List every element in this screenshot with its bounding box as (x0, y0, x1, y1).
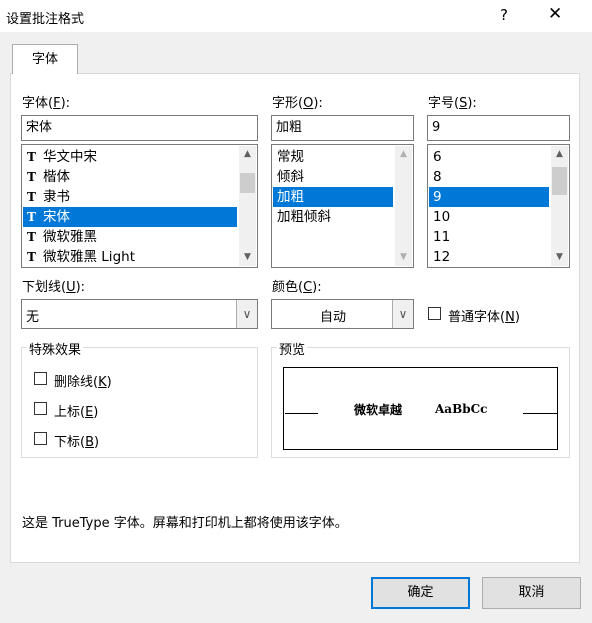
list-item[interactable]: 10 (429, 207, 549, 227)
scroll-up-icon[interactable]: ▲ (395, 146, 412, 163)
close-button[interactable]: ✕ (548, 4, 562, 24)
font-scrollbar[interactable]: ▲ ▼ (239, 146, 256, 266)
list-item-selected[interactable]: T 宋体 (23, 207, 237, 227)
preview-title: 预览 (277, 339, 308, 358)
effects-title: 特殊效果 (27, 339, 84, 358)
list-item[interactable]: T 华文中宋 (23, 147, 237, 167)
list-item[interactable]: T 微软雅黑 (23, 227, 237, 247)
scroll-up-icon[interactable]: ▲ (239, 146, 256, 163)
truetype-icon: T (27, 190, 36, 204)
list-item[interactable]: 倾斜 (273, 167, 393, 187)
font-list[interactable]: T 华文中宋 T 楷体 T 隶书 T 宋体 T 微软雅黑 T 微软雅黑 Light ▲ ▼ (21, 144, 258, 268)
preview-baseline-right (523, 413, 557, 414)
superscript-checkbox[interactable] (34, 402, 47, 415)
preview-sample-latin: AaBbCc (435, 402, 488, 416)
font-label: 字体(F): (22, 96, 71, 111)
size-label: 字号(S): (428, 96, 477, 111)
truetype-icon: T (27, 250, 36, 264)
scroll-up-icon[interactable]: ▲ (551, 146, 568, 163)
underline-label: 下划线(U): (22, 280, 86, 295)
style-label: 字形(O): (272, 96, 323, 111)
preview-baseline-left (285, 413, 318, 414)
list-item[interactable]: 常规 (273, 147, 393, 167)
chevron-down-icon[interactable]: ∨ (236, 300, 257, 328)
normal-font-checkbox[interactable] (428, 307, 441, 320)
normal-font-label[interactable]: 普通字体(N) (448, 306, 520, 325)
superscript-label[interactable]: 上标(E) (54, 401, 98, 420)
list-item-selected[interactable]: 加粗 (273, 187, 393, 207)
scroll-down-icon[interactable]: ▼ (239, 249, 256, 266)
list-item[interactable]: 6 (429, 147, 549, 167)
strikethrough-checkbox[interactable] (34, 372, 47, 385)
scroll-down-icon[interactable]: ▼ (551, 249, 568, 266)
list-item[interactable]: 加粗倾斜 (273, 207, 393, 227)
tab-font[interactable]: 字体 (12, 44, 78, 74)
style-scrollbar[interactable]: ▲ ▼ (395, 146, 412, 266)
dialog-title: 设置批注格式 (6, 12, 85, 27)
list-item[interactable]: T 隶书 (23, 187, 237, 207)
scroll-thumb[interactable] (552, 167, 567, 195)
color-label: 颜色(C): (272, 280, 322, 295)
style-input[interactable]: 加粗 (271, 115, 414, 141)
underline-value: 无 (26, 310, 40, 325)
color-value: 自动 (319, 310, 346, 325)
preview-sample-cjk: 微软卓越 (354, 403, 403, 417)
truetype-icon: T (27, 210, 36, 224)
size-list[interactable]: 6 8 9 10 11 12 ▲ ▼ (427, 144, 570, 268)
underline-select[interactable]: 无 ∨ (21, 299, 258, 329)
info-text: 这是 TrueType 字体。屏幕和打印机上都将使用该字体。 (22, 516, 348, 531)
chevron-down-icon[interactable]: ∨ (392, 300, 413, 328)
list-item[interactable]: T 微软雅黑 Light (23, 247, 237, 267)
color-select[interactable]: 自动 ∨ (271, 299, 414, 329)
strikethrough-label[interactable]: 删除线(K) (54, 371, 112, 390)
scroll-down-icon[interactable]: ▼ (395, 249, 412, 266)
truetype-icon: T (27, 230, 36, 244)
size-scrollbar[interactable]: ▲ ▼ (551, 146, 568, 266)
list-item[interactable]: 8 (429, 167, 549, 187)
truetype-icon: T (27, 170, 36, 184)
preview-box (283, 367, 558, 450)
list-item[interactable]: 12 (429, 247, 549, 267)
font-input[interactable]: 宋体 (21, 115, 258, 141)
list-item[interactable]: T 楷体 (23, 167, 237, 187)
scroll-thumb[interactable] (240, 173, 255, 193)
size-input[interactable]: 9 (427, 115, 570, 141)
cancel-button[interactable]: 取消 (482, 577, 581, 609)
help-button[interactable]: ? (500, 6, 508, 24)
style-list[interactable]: 常规 倾斜 加粗 加粗倾斜 ▲ ▼ (271, 144, 414, 268)
list-item-selected[interactable]: 9 (429, 187, 549, 207)
subscript-label[interactable]: 下标(B) (54, 431, 99, 450)
truetype-icon: T (27, 150, 36, 164)
list-item[interactable]: 11 (429, 227, 549, 247)
ok-button[interactable]: 确定 (371, 577, 470, 609)
subscript-checkbox[interactable] (34, 432, 47, 445)
